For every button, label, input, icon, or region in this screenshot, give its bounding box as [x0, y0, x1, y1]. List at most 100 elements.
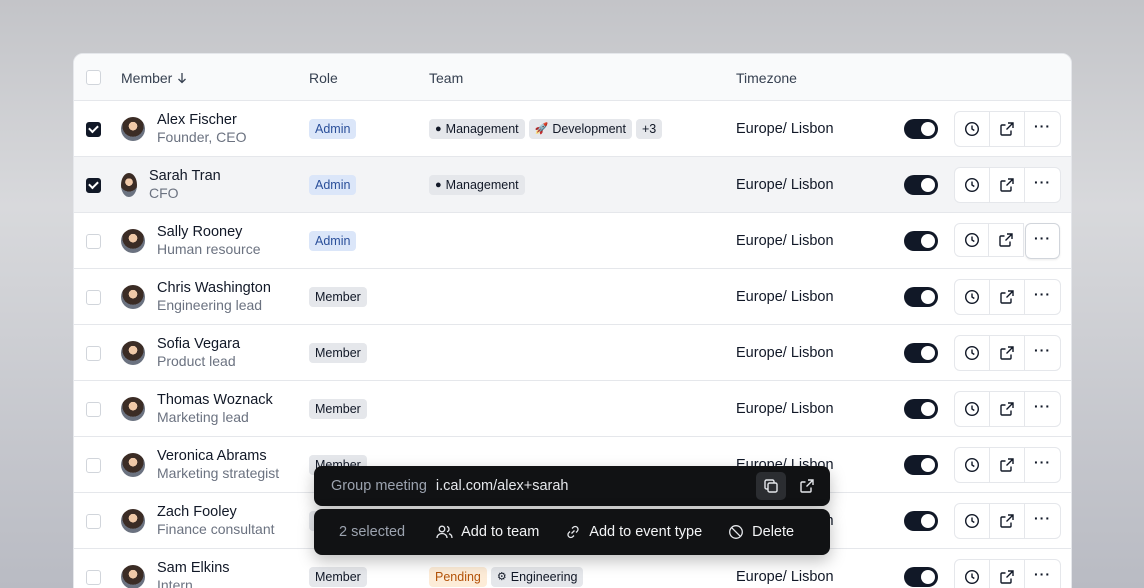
table-row[interactable]: Alex Fischer Founder, CEO Admin ● Managem…	[74, 101, 1071, 157]
clock-icon	[964, 457, 980, 473]
member-title: Product lead	[157, 353, 236, 369]
more-actions-button[interactable]: ···	[1025, 560, 1060, 588]
timezone-value: Europe/ Lisbon	[736, 401, 834, 417]
table-row[interactable]: Chris Washington Engineering lead Member…	[74, 269, 1071, 325]
availability-toggle[interactable]	[904, 343, 938, 363]
availability-toggle[interactable]	[904, 399, 938, 419]
checkbox[interactable]	[86, 70, 101, 85]
row-checkbox[interactable]	[86, 401, 101, 417]
member-title: Engineering lead	[157, 297, 263, 313]
more-actions-button[interactable]: ···	[1025, 504, 1060, 538]
more-actions-button[interactable]: ···	[1025, 448, 1060, 482]
availability-button[interactable]	[955, 112, 990, 146]
row-checkbox[interactable]	[86, 457, 101, 473]
row-actions: ···	[954, 111, 1061, 147]
clock-icon	[964, 401, 980, 417]
row-checkbox[interactable]	[86, 345, 101, 361]
row-checkbox[interactable]	[86, 177, 101, 193]
availability-button[interactable]	[955, 448, 990, 482]
external-link-icon	[999, 233, 1013, 247]
open-profile-button[interactable]	[990, 168, 1025, 202]
team-tag[interactable]: ● Management	[429, 119, 525, 139]
member-title: Marketing lead	[157, 409, 249, 425]
open-profile-button[interactable]	[990, 280, 1025, 314]
select-all-checkbox[interactable]	[86, 54, 101, 101]
open-profile-button[interactable]	[990, 504, 1025, 538]
more-teams-badge[interactable]: +3	[635, 119, 663, 139]
row-actions: ···	[954, 279, 1061, 315]
open-profile-button[interactable]	[990, 448, 1025, 482]
bulk-action-bar: 2 selected Add to team Add to event type…	[314, 509, 830, 555]
more-actions-button[interactable]: ···	[1025, 223, 1060, 259]
team-tag[interactable]: ● Management	[429, 175, 525, 195]
role-badge: Admin	[309, 175, 357, 195]
row-checkbox[interactable]	[86, 121, 101, 137]
row-actions: ···	[954, 559, 1061, 588]
availability-toggle[interactable]	[904, 175, 938, 195]
row-checkbox[interactable]	[86, 513, 101, 529]
availability-button[interactable]	[954, 223, 989, 257]
open-profile-button[interactable]	[990, 336, 1025, 370]
clock-icon	[964, 121, 980, 137]
availability-button[interactable]	[955, 504, 990, 538]
row-actions: ···	[954, 447, 1061, 483]
availability-button[interactable]	[955, 560, 990, 588]
row-checkbox[interactable]	[86, 289, 101, 305]
availability-button[interactable]	[955, 392, 990, 426]
arrow-down-icon	[178, 72, 187, 83]
copy-link-button[interactable]	[756, 472, 786, 500]
more-icon: ···	[1034, 398, 1051, 414]
row-actions: ···	[954, 167, 1061, 203]
more-actions-button[interactable]: ···	[1025, 336, 1060, 370]
availability-toggle[interactable]	[904, 231, 938, 251]
copy-icon	[764, 479, 778, 493]
add-to-team-label: Add to team	[461, 524, 540, 540]
availability-toggle[interactable]	[904, 287, 938, 307]
row-checkbox[interactable]	[86, 233, 101, 249]
avatar	[121, 341, 145, 365]
availability-toggle[interactable]	[904, 455, 938, 475]
availability-button[interactable]	[955, 336, 990, 370]
more-actions-button[interactable]: ···	[1025, 168, 1060, 202]
group-meeting-link[interactable]: i.cal.com/alex+sarah	[436, 478, 569, 494]
group-meeting-label: Group meeting	[331, 478, 427, 494]
more-actions-button[interactable]: ···	[1025, 392, 1060, 426]
table-row[interactable]: Sally Rooney Human resource Admin Europe…	[74, 213, 1071, 269]
delete-button[interactable]: Delete	[728, 524, 794, 540]
open-profile-button[interactable]	[989, 223, 1024, 257]
team-icon: ●	[435, 179, 442, 191]
header-role: Role	[309, 69, 338, 86]
table-row[interactable]: Sofia Vegara Product lead Member Europe/…	[74, 325, 1071, 381]
availability-button[interactable]	[955, 280, 990, 314]
add-to-event-type-button[interactable]: Add to event type	[565, 524, 702, 540]
avatar	[121, 565, 145, 588]
availability-toggle[interactable]	[904, 511, 938, 531]
row-checkbox[interactable]	[86, 569, 101, 585]
open-profile-button[interactable]	[990, 112, 1025, 146]
team-tag[interactable]: ⚙ Engineering	[490, 567, 584, 587]
more-icon: ···	[1034, 286, 1051, 302]
more-icon: ···	[1034, 174, 1051, 190]
clock-icon	[964, 345, 980, 361]
more-actions-button[interactable]: ···	[1025, 280, 1060, 314]
open-profile-button[interactable]	[990, 392, 1025, 426]
availability-toggle[interactable]	[904, 567, 938, 587]
availability-toggle[interactable]	[904, 119, 938, 139]
add-to-team-button[interactable]: Add to team	[436, 524, 539, 540]
team-tag[interactable]: 🚀 Development	[528, 119, 632, 139]
external-link-icon	[1000, 458, 1014, 472]
role-badge: Admin	[309, 231, 357, 251]
open-profile-button[interactable]	[990, 560, 1025, 588]
timezone-value: Europe/ Lisbon	[736, 177, 834, 193]
table-row[interactable]: Sarah Tran CFO Admin ● Management Europe/…	[74, 157, 1071, 213]
avatar	[121, 285, 145, 309]
header-member[interactable]: Member	[121, 54, 187, 101]
more-actions-button[interactable]: ···	[1025, 112, 1060, 146]
availability-button[interactable]	[955, 168, 990, 202]
table-row[interactable]: Thomas Woznack Marketing lead Member Eur…	[74, 381, 1071, 437]
row-actions: ···	[954, 223, 1060, 259]
clock-icon	[964, 232, 979, 248]
avatar	[121, 397, 145, 421]
member-name: Alex Fischer	[157, 112, 237, 128]
open-link-button[interactable]	[792, 472, 822, 500]
